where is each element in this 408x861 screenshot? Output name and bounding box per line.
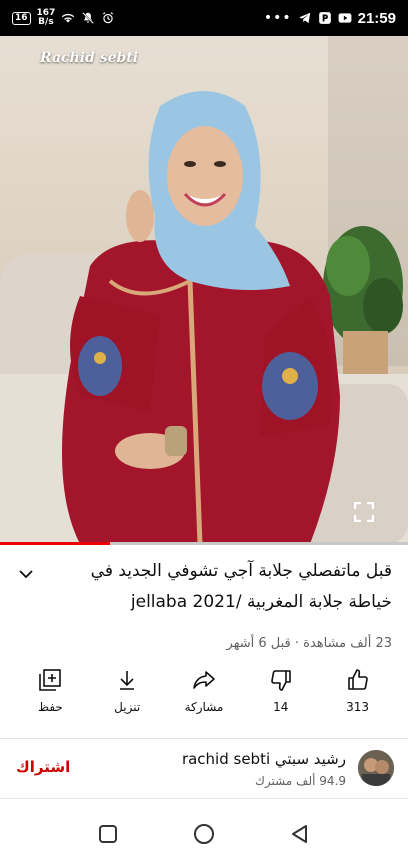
network-speed: 167 B/s: [37, 9, 56, 27]
telegram-icon: [298, 12, 310, 24]
channel-name[interactable]: رشيد سبتي rachid sebti: [182, 750, 346, 768]
chevron-down-icon[interactable]: [16, 564, 36, 584]
share-label: مشاركة: [184, 700, 224, 714]
notification-badge: 16: [12, 11, 31, 25]
save-label: حفظ: [37, 700, 63, 714]
mute-icon: [82, 12, 95, 24]
subscribe-button[interactable]: اشتراك: [16, 758, 70, 776]
person-in-jellaba: [62, 91, 340, 544]
download-button[interactable]: تنزيل: [92, 668, 162, 732]
download-label: تنزيل: [114, 700, 141, 714]
divider: [0, 738, 408, 739]
channel-watermark: Rachid sebti: [40, 50, 139, 66]
dislike-count: 14: [273, 700, 289, 714]
system-nav-bar: [0, 806, 408, 861]
clock: 21:59: [357, 9, 396, 27]
channel-avatar[interactable]: [358, 750, 394, 786]
wifi-icon: [62, 13, 75, 23]
progress-bar[interactable]: [0, 542, 408, 545]
avatar-image: [358, 750, 394, 786]
share-icon: [193, 671, 215, 689]
home-circle-icon[interactable]: [192, 822, 216, 846]
subscriber-count: 94.9 ألف مشترك: [254, 774, 346, 788]
thumbs-up-icon: [347, 669, 368, 690]
progress-fill: [0, 542, 111, 545]
video-title-block[interactable]: قبل ماتفصلي جلابة آجي تشوفي الجديد في خي…: [0, 556, 408, 618]
fullscreen-icon[interactable]: [354, 502, 374, 522]
add-to-playlist-icon: [39, 669, 62, 691]
video-player[interactable]: Rachid sebti: [0, 36, 408, 544]
thumbs-down-icon: [270, 670, 291, 691]
parking-icon: [318, 12, 331, 24]
action-bar: 313 14 مشاركة تنزيل حفظ: [0, 668, 408, 732]
divider: [0, 798, 408, 799]
share-button[interactable]: مشاركة: [169, 668, 239, 732]
more-dots-icon: •••: [263, 10, 292, 26]
dislike-button[interactable]: 14: [246, 668, 316, 732]
alarm-icon: [103, 12, 114, 24]
video-title: قبل ماتفصلي جلابة آجي تشوفي الجديد في خي…: [90, 561, 392, 612]
back-triangle-icon[interactable]: [288, 822, 312, 846]
channel-row[interactable]: رشيد سبتي rachid sebti 94.9 ألف مشترك اش…: [0, 740, 408, 798]
network-speed-unit: B/s: [38, 17, 54, 27]
youtube-icon: [338, 13, 352, 23]
status-bar: 16 167 B/s ••• 21:59: [0, 0, 408, 36]
like-button[interactable]: 313: [323, 668, 393, 732]
video-meta: 23 ألف مشاهدة · قبل 6 أشهر: [226, 636, 392, 651]
like-count: 313: [346, 700, 370, 714]
recents-square-icon[interactable]: [96, 822, 120, 846]
save-button[interactable]: حفظ: [15, 668, 85, 732]
download-icon: [120, 671, 135, 690]
status-right: ••• 21:59: [264, 10, 396, 27]
status-left: 16 167 B/s: [12, 9, 115, 27]
